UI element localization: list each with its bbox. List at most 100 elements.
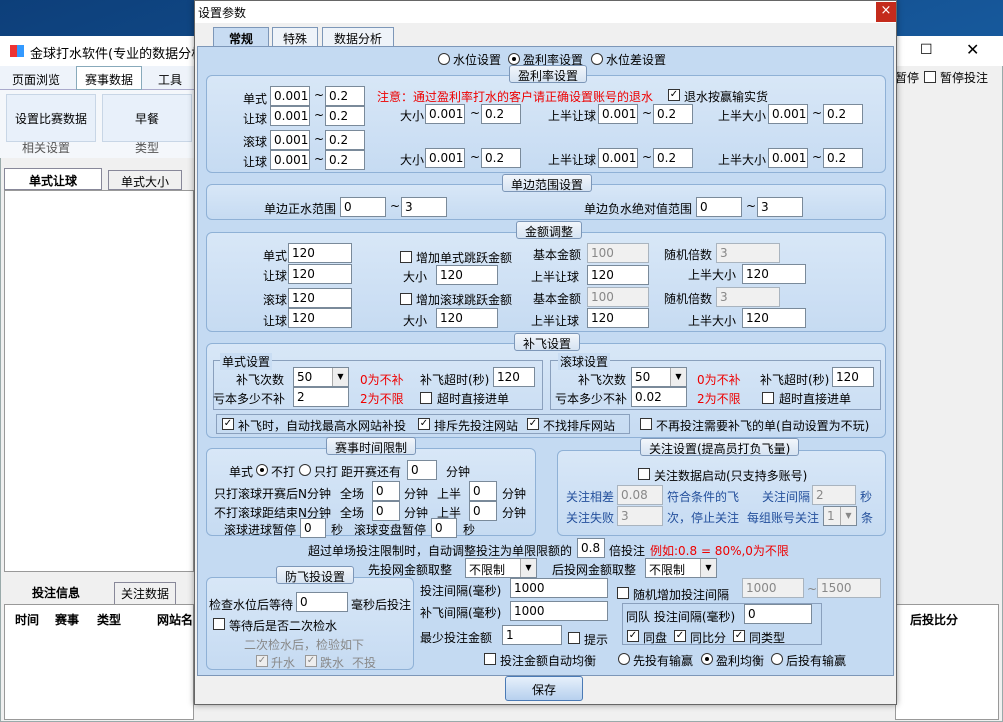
amt-sbdx2[interactable]: 120	[742, 308, 806, 328]
fly-interval[interactable]: 1000	[510, 601, 608, 621]
profit-sbdx2-min[interactable]: 0.001	[768, 148, 808, 168]
bufei-timeout[interactable]: 120	[493, 367, 535, 387]
close-bg-icon[interactable]: ✕	[966, 40, 979, 59]
tab-analysis[interactable]: 数据分析	[322, 27, 394, 47]
amt-sbrq2[interactable]: 120	[587, 308, 649, 328]
profit-rq2-min[interactable]: 0.001	[270, 150, 310, 170]
pos-range-min[interactable]: 0	[340, 197, 386, 217]
amt-dx2[interactable]: 120	[436, 308, 498, 328]
opt2-checkbox[interactable]: ✓	[418, 418, 430, 430]
pause-bet-checkbox[interactable]	[924, 71, 936, 83]
rand-mult[interactable]: 3	[716, 243, 780, 263]
base-amount-2[interactable]: 100	[587, 287, 649, 307]
after-round-select[interactable]: 不限制 ▼	[645, 558, 717, 578]
radio-profit[interactable]	[508, 53, 520, 65]
direct-checkbox-2[interactable]	[762, 392, 774, 404]
profit-sbdx-min[interactable]: 0.001	[768, 104, 808, 124]
rand-mult-2[interactable]: 3	[716, 287, 780, 307]
profit-rq2-max[interactable]: 0.2	[325, 150, 365, 170]
team-interval[interactable]: 0	[744, 604, 812, 624]
rebate-checkbox[interactable]: ✓	[668, 89, 680, 101]
rand-interval-max[interactable]: 1500	[817, 578, 881, 598]
first-win-radio[interactable]	[618, 653, 630, 665]
same-pan-checkbox[interactable]: ✓	[627, 630, 639, 642]
time-r1-half[interactable]: 0	[469, 481, 497, 501]
profit-balance-radio[interactable]	[701, 653, 713, 665]
amt-sbdx[interactable]: 120	[742, 264, 806, 284]
bufei-loss-2[interactable]: 0.02	[631, 387, 687, 407]
menu-tools[interactable]: 工具	[158, 71, 182, 88]
amt-rq[interactable]: 120	[288, 264, 352, 284]
amt-rq2[interactable]: 120	[288, 308, 352, 328]
over-mult[interactable]: 0.8	[577, 538, 605, 558]
opt3-checkbox[interactable]: ✓	[527, 418, 539, 430]
profit-dx-min[interactable]: 0.001	[425, 104, 465, 124]
gun-pause[interactable]: 0	[300, 518, 326, 538]
same-type-checkbox[interactable]: ✓	[733, 630, 745, 642]
focus-fail[interactable]: 3	[617, 506, 663, 526]
jump-gun-checkbox[interactable]	[400, 293, 412, 305]
profit-rq-min[interactable]: 0.001	[270, 106, 310, 126]
save-button[interactable]: 保存	[505, 676, 583, 701]
neg-range-max[interactable]: 3	[757, 197, 803, 217]
bufei-timeout-2[interactable]: 120	[832, 367, 874, 387]
tip-checkbox[interactable]	[568, 632, 580, 644]
gun-change[interactable]: 0	[431, 518, 457, 538]
profit-single-max[interactable]: 0.2	[325, 86, 365, 106]
tab-special[interactable]: 特殊	[272, 27, 318, 47]
focus-enable-checkbox[interactable]	[638, 468, 650, 480]
set-match-button[interactable]: 设置比赛数据	[6, 94, 96, 142]
auto-balance-checkbox[interactable]	[484, 653, 496, 665]
pause-label[interactable]: 暂停	[895, 69, 919, 86]
profit-sbdx2-max[interactable]: 0.2	[823, 148, 863, 168]
time-not-radio[interactable]	[256, 464, 268, 476]
time-dist[interactable]: 0	[407, 460, 437, 480]
early-button[interactable]: 早餐	[102, 94, 192, 142]
tab-single-dx[interactable]: 单式大小	[108, 170, 182, 190]
tab-bet-info[interactable]: 投注信息	[32, 584, 80, 601]
tab-single-rq[interactable]: 单式让球	[4, 168, 102, 190]
anti-wait[interactable]: 0	[296, 592, 348, 612]
base-amount[interactable]: 100	[587, 243, 649, 263]
profit-dx2-min[interactable]: 0.001	[425, 148, 465, 168]
min-bet[interactable]: 1	[502, 625, 562, 645]
menu-event[interactable]: 赛事数据	[76, 66, 143, 90]
dialog-close-button[interactable]: ×	[876, 2, 896, 22]
focus-interval[interactable]: 2	[812, 485, 856, 505]
bet-interval[interactable]: 1000	[510, 578, 608, 598]
jump-single-checkbox[interactable]	[400, 251, 412, 263]
radio-water[interactable]	[438, 53, 450, 65]
anti-down-checkbox[interactable]: ✓	[305, 655, 317, 667]
bufei-loss[interactable]: 2	[293, 387, 349, 407]
time-r2-half[interactable]: 0	[469, 501, 497, 521]
same-score-checkbox[interactable]: ✓	[674, 630, 686, 642]
anti-second-checkbox[interactable]	[213, 618, 225, 630]
focus-diff[interactable]: 0.08	[617, 485, 663, 505]
radio-waterdiff[interactable]	[591, 53, 603, 65]
direct-checkbox[interactable]	[420, 392, 432, 404]
profit-sbrq2-min[interactable]: 0.001	[598, 148, 638, 168]
bufei-times-select-2[interactable]: 50 ▼	[631, 367, 687, 387]
anti-up-checkbox[interactable]: ✓	[256, 655, 268, 667]
profit-single-min[interactable]: 0.001	[270, 86, 310, 106]
neg-range-min[interactable]: 0	[696, 197, 742, 217]
time-r2-full[interactable]: 0	[372, 501, 400, 521]
rand-interval-min[interactable]: 1000	[742, 578, 804, 598]
rand-interval-checkbox[interactable]	[617, 587, 629, 599]
opt1-checkbox[interactable]: ✓	[222, 418, 234, 430]
tab-focus-data[interactable]: 关注数据	[114, 582, 177, 605]
profit-rq-max[interactable]: 0.2	[325, 106, 365, 126]
profit-sbrq-max[interactable]: 0.2	[653, 104, 693, 124]
amt-single[interactable]: 120	[288, 243, 352, 263]
after-win-radio[interactable]	[771, 653, 783, 665]
amt-sbrq[interactable]: 120	[587, 265, 649, 285]
profit-sbrq-min[interactable]: 0.001	[598, 104, 638, 124]
profit-dx-max[interactable]: 0.2	[481, 104, 521, 124]
focus-per-select[interactable]: 1 ▼	[823, 506, 857, 526]
profit-dx2-max[interactable]: 0.2	[481, 148, 521, 168]
time-only-radio[interactable]	[299, 464, 311, 476]
pos-range-max[interactable]: 3	[401, 197, 447, 217]
profit-sbrq2-max[interactable]: 0.2	[653, 148, 693, 168]
first-round-select[interactable]: 不限制 ▼	[465, 558, 537, 578]
bufei-times-select[interactable]: 50 ▼	[293, 367, 349, 387]
